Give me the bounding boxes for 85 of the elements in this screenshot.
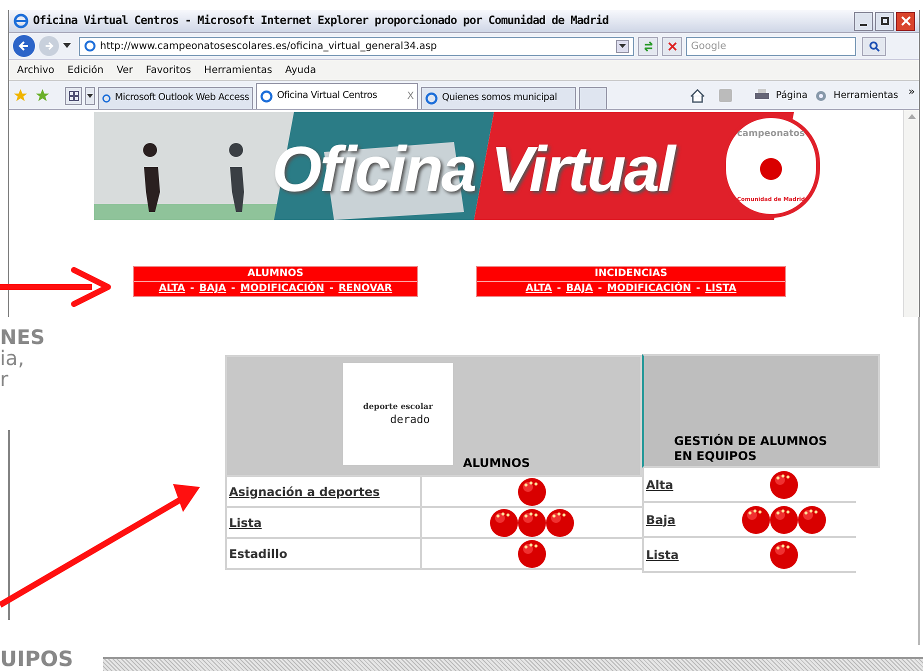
logo-text: derado — [390, 412, 430, 428]
table-heading: GESTIÓN DE ALUMNOS EN EQUIPOS — [674, 434, 828, 464]
ball-icon — [489, 508, 519, 538]
back-arrow-icon — [18, 40, 30, 52]
ball-icon — [741, 504, 771, 534]
search-icon — [868, 40, 880, 52]
dropdown-button[interactable] — [616, 40, 629, 52]
menu-item[interactable]: Favoritos — [146, 62, 192, 78]
window-title: Oficina Virtual Centros - Microsoft Internet Explorer proporcionado por Comunidad de Madrid — [33, 12, 608, 30]
browser-tab[interactable]: Quienes somos municipal — [421, 87, 576, 109]
page-icon — [425, 92, 438, 105]
tab-list-button[interactable] — [85, 87, 95, 105]
scrollbar[interactable] — [903, 110, 919, 317]
browser-icon — [13, 13, 29, 29]
menu-item[interactable]: Archivo — [17, 62, 54, 78]
menu-link[interactable]: LISTA — [705, 282, 736, 296]
page-icon — [102, 92, 111, 105]
page-icon — [84, 40, 96, 52]
caret-icon — [619, 44, 626, 48]
refresh-icon — [642, 40, 654, 52]
menu-title: INCIDENCIAS — [594, 267, 668, 281]
back-button[interactable] — [13, 35, 35, 57]
ball-icon — [797, 504, 827, 534]
menu-link[interactable]: BAJA — [566, 282, 593, 296]
ball-icon — [545, 508, 575, 538]
stop-button[interactable] — [662, 36, 682, 56]
menu-item[interactable]: Herramientas — [204, 62, 272, 78]
caret-icon[interactable] — [63, 43, 71, 49]
search-button[interactable] — [862, 36, 886, 56]
slide-text: UIPOS — [0, 647, 74, 671]
overflow-button[interactable]: » — [908, 84, 915, 100]
scroll-up-icon — [908, 114, 916, 119]
table-heading: ALUMNOS — [463, 456, 530, 471]
menu-link[interactable]: RENOVAR — [338, 282, 392, 296]
forward-arrow-icon — [44, 41, 54, 51]
ball-icon — [769, 504, 799, 534]
row-link[interactable]: Asignación a deportes — [229, 482, 380, 500]
ball-icon — [517, 508, 547, 538]
close-button[interactable] — [896, 12, 915, 30]
ball-icon — [517, 476, 547, 506]
minimize-button[interactable] — [854, 12, 873, 30]
caret-icon — [87, 94, 93, 98]
star-icon[interactable] — [13, 88, 28, 103]
menu-title: ALUMNOS — [248, 267, 304, 281]
grid-icon — [68, 91, 78, 101]
browser-tab[interactable]: Microsoft Outlook Web Access — [98, 87, 253, 109]
slide-text: NES — [0, 327, 46, 348]
ball-icon — [769, 470, 799, 500]
menu-link[interactable]: BAJA — [199, 282, 226, 296]
menu-link[interactable]: MODIFICACIÓN — [607, 282, 692, 296]
menu-item[interactable]: Ayuda — [285, 62, 316, 78]
stop-icon — [668, 42, 676, 50]
separator: - — [696, 282, 700, 296]
logo-text: deporte escolar — [363, 400, 433, 412]
menu-link[interactable]: ALTA — [158, 282, 186, 296]
row-label: Estadillo — [229, 546, 288, 562]
row-link[interactable]: Lista — [646, 546, 679, 564]
separator: - — [190, 282, 194, 296]
separator: - — [329, 282, 334, 296]
refresh-button[interactable] — [638, 36, 658, 56]
address-field[interactable]: http://www.campeonatosescolares.es/oficina_virtual_general34.asp — [79, 36, 634, 56]
slide-text: r — [0, 369, 8, 390]
restore-button[interactable] — [875, 12, 894, 30]
row-link[interactable]: Alta — [646, 476, 674, 494]
menu-link[interactable]: ALTA — [526, 282, 552, 296]
tools-menu[interactable]: Herramientas — [834, 88, 898, 103]
search-field[interactable]: Google — [686, 36, 856, 56]
separator: - — [598, 282, 602, 296]
ball-icon — [517, 538, 547, 568]
menu-item[interactable]: Edición — [67, 62, 104, 78]
menu-link[interactable]: MODIFICACIÓN — [240, 282, 324, 296]
home-icon[interactable] — [690, 88, 705, 103]
separator: - — [231, 282, 236, 296]
slide-text: ia, — [0, 348, 26, 369]
ball-icon — [769, 540, 799, 570]
row-link[interactable]: Lista — [229, 514, 262, 532]
close-icon — [900, 16, 910, 26]
separator: - — [556, 282, 562, 296]
browser-tab[interactable]: Oficina Virtual Centros X — [256, 83, 418, 109]
row-link[interactable]: Baja — [646, 510, 676, 528]
quick-tabs-button[interactable] — [65, 87, 82, 105]
tab-close-button[interactable]: X — [407, 89, 414, 104]
menu-item[interactable]: Ver — [116, 62, 133, 78]
page-icon — [260, 90, 273, 103]
page-menu[interactable]: Página — [776, 88, 808, 103]
